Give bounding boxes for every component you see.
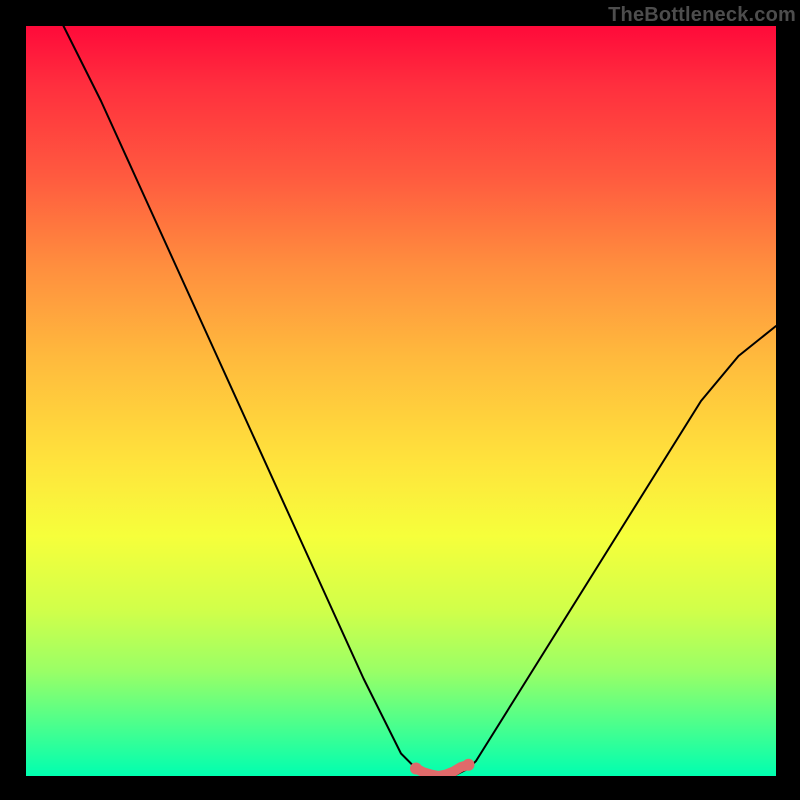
highlight-end-dot	[463, 759, 475, 771]
chart-frame: TheBottleneck.com	[0, 0, 800, 800]
curve-group	[64, 26, 777, 776]
flat-bottom-highlight	[416, 765, 469, 776]
bottleneck-curve	[64, 26, 777, 776]
plot-area	[26, 26, 776, 776]
highlight-end-dot	[410, 763, 422, 775]
chart-svg	[26, 26, 776, 776]
watermark-text: TheBottleneck.com	[608, 4, 796, 27]
